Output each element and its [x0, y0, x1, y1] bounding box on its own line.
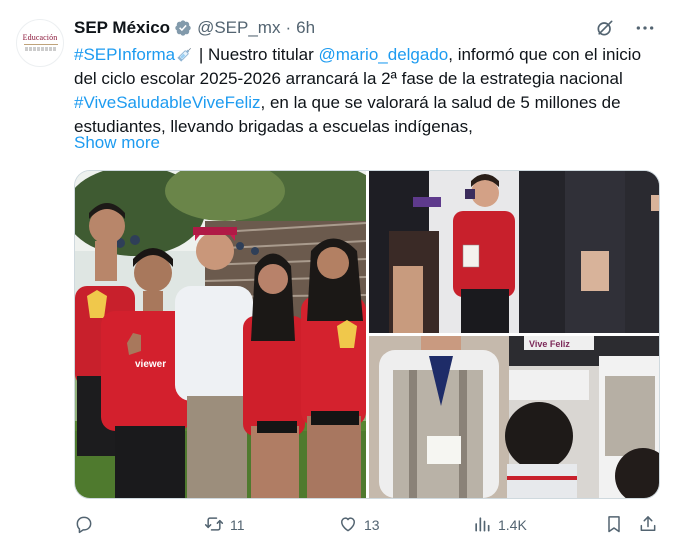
avatar[interactable]: Educación	[16, 19, 64, 67]
post-text: #SEPInforma | Nuestro titular @mario_del…	[74, 43, 664, 139]
avatar-logo-line	[24, 44, 58, 45]
show-more-link[interactable]: Show more	[74, 133, 160, 153]
syringe-emoji-icon	[176, 45, 194, 63]
top-icons	[594, 17, 656, 39]
bookmark-icon	[604, 514, 624, 537]
like-button[interactable]: 13	[338, 511, 380, 539]
account-name[interactable]: SEP México	[74, 18, 170, 38]
like-icon	[338, 514, 358, 537]
photo-group-students[interactable]: viewer	[75, 171, 366, 498]
retweet-button[interactable]: 11	[204, 511, 245, 539]
hashtag-vivesaludable[interactable]: #ViveSaludableViveFeliz	[74, 93, 261, 112]
share-button[interactable]	[638, 511, 658, 539]
photo1-shirt-text: viewer	[135, 359, 166, 370]
header-separator: ·	[285, 18, 292, 37]
tweet[interactable]: Educación SEP México @SEP_mx · 6h #SEPIn…	[0, 0, 678, 550]
hashtag-sepinforma[interactable]: #SEPInforma	[74, 45, 175, 64]
post-line-1: #SEPInforma | Nuestro titular @mario_del…	[74, 43, 664, 67]
mention-mario-delgado[interactable]: @mario_delgado	[319, 45, 449, 64]
post-line-4: estudiantes, llevando brigadas a escuela…	[74, 117, 473, 136]
bookmark-button[interactable]	[604, 511, 624, 539]
grok-icon[interactable]	[594, 17, 616, 39]
photo-brigade[interactable]: Vive Feliz	[369, 336, 659, 498]
photo3-banner-text: Vive Feliz	[529, 339, 570, 349]
avatar-logo-subtext	[25, 47, 57, 51]
share-icon	[638, 514, 658, 537]
post-text-part-1: | Nuestro titular	[194, 45, 319, 64]
verified-badge-icon[interactable]	[174, 19, 192, 37]
views-count: 1.4K	[498, 517, 527, 533]
media-grid: viewer Vive Feliz	[74, 170, 660, 499]
reply-button[interactable]	[74, 511, 94, 539]
reply-icon	[74, 514, 94, 537]
like-count: 13	[364, 517, 380, 533]
photo-eye-exam[interactable]	[369, 171, 659, 333]
post-line-2: del ciclo escolar 2025-2026 arrancará la…	[74, 69, 623, 88]
views-button[interactable]: 1.4K	[472, 511, 527, 539]
post-text-part-2: , informó que con el inicio	[448, 45, 642, 64]
post-text-part-3: , en la que se valorará la salud de 5 mi…	[260, 93, 621, 112]
retweet-icon	[204, 514, 224, 537]
retweet-count: 11	[230, 517, 245, 533]
action-bar: 11 13 1.4K	[74, 511, 656, 539]
tweet-header: SEP México @SEP_mx · 6h	[74, 17, 315, 39]
avatar-logo-text: Educación	[22, 33, 58, 42]
post-time[interactable]: 6h	[296, 18, 315, 38]
account-handle[interactable]: @SEP_mx	[197, 18, 280, 38]
views-icon	[472, 514, 492, 537]
post-line-3: #ViveSaludableViveFeliz, en la que se va…	[74, 91, 664, 115]
more-icon[interactable]	[634, 17, 656, 39]
